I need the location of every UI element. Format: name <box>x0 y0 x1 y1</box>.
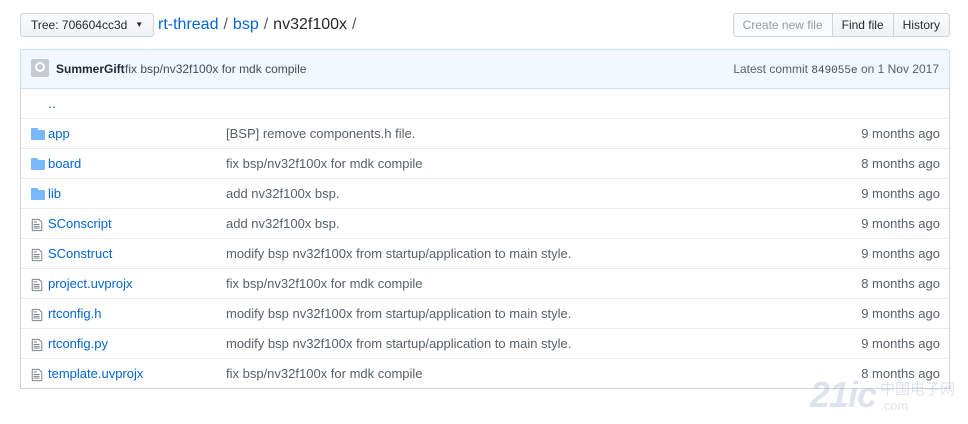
file-age: 8 months ago <box>861 276 940 291</box>
find-file-button[interactable]: Find file <box>831 13 894 37</box>
file-name-link[interactable]: SConscript <box>48 216 112 231</box>
latest-commit-label: Latest commit <box>733 62 809 76</box>
create-new-file-button[interactable]: Create new file <box>732 13 833 37</box>
file-name-link[interactable]: rtconfig.h <box>48 306 101 321</box>
watermark-url: .com <box>880 398 909 413</box>
file-commit-message-link[interactable]: modify bsp nv32f100x from startup/applic… <box>226 306 571 321</box>
caret-down-icon: ▼ <box>135 20 144 29</box>
commit-sha-link[interactable]: 849055e <box>811 65 857 77</box>
file-name-link[interactable]: board <box>48 156 81 171</box>
file-row: SConstruct modify bsp nv32f100x from star… <box>21 238 949 268</box>
breadcrumb-repo-link[interactable]: rt-thread <box>158 16 218 33</box>
file-commit-message-link[interactable]: add nv32f100x bsp. <box>226 216 339 231</box>
folder-icon <box>31 128 45 140</box>
file-icon <box>31 368 45 382</box>
file-age: 9 months ago <box>861 336 940 351</box>
latest-commit-info: Latest commit 849055e on 1 Nov 2017 <box>733 62 939 77</box>
commit-date: on 1 Nov 2017 <box>860 62 939 76</box>
file-name-link[interactable]: rtconfig.py <box>48 336 108 351</box>
commit-author-link[interactable]: SummerGift <box>56 62 125 76</box>
file-row: board fix bsp/nv32f100x for mdk compile 8 … <box>21 148 949 178</box>
file-age: 8 months ago <box>861 366 940 381</box>
file-age: 8 months ago <box>861 156 940 171</box>
breadcrumb-separator: / <box>263 16 269 33</box>
breadcrumb: rt-thread / bsp / nv32f100x / <box>158 13 361 37</box>
file-age: 9 months ago <box>861 306 940 321</box>
file-name-link[interactable]: SConstruct <box>48 246 112 261</box>
breadcrumb-separator: / <box>352 16 357 33</box>
file-commit-message-link[interactable]: fix bsp/nv32f100x for mdk compile <box>226 276 423 291</box>
file-icon <box>31 218 45 232</box>
up-directory-link[interactable]: .. <box>48 95 56 111</box>
file-commit-message-link[interactable]: modify bsp nv32f100x from startup/applic… <box>226 336 571 351</box>
file-row: template.uvprojx fix bsp/nv32f100x for md… <box>21 358 949 388</box>
file-row: rtconfig.h modify bsp nv32f100x from star… <box>21 298 949 328</box>
breadcrumb-bsp-link[interactable]: bsp <box>233 16 259 33</box>
file-icon <box>31 248 45 262</box>
latest-commit-bar: SummerGift fix bsp/nv32f100x for mdk com… <box>20 49 950 89</box>
file-name-link[interactable]: lib <box>48 186 61 201</box>
branch-label: Tree: 706604cc3d <box>31 18 128 32</box>
file-row: lib add nv32f100x bsp. 9 months ago <box>21 178 949 208</box>
file-age: 9 months ago <box>861 126 940 141</box>
file-row: app [BSP] remove components.h file. 9 mont… <box>21 118 949 148</box>
file-icon <box>31 338 45 352</box>
file-name-link[interactable]: app <box>48 126 70 141</box>
file-commit-message-link[interactable]: [BSP] remove components.h file. <box>226 126 415 141</box>
file-commit-message-link[interactable]: add nv32f100x bsp. <box>226 186 339 201</box>
file-row: project.uvprojx fix bsp/nv32f100x for mdk… <box>21 268 949 298</box>
file-commit-message-link[interactable]: fix bsp/nv32f100x for mdk compile <box>226 366 423 381</box>
file-row: rtconfig.py modify bsp nv32f100x from sta… <box>21 328 949 358</box>
branch-select-button[interactable]: Tree: 706604cc3d ▼ <box>20 13 155 37</box>
file-name-link[interactable]: template.uvprojx <box>48 366 143 381</box>
commit-message-link[interactable]: fix bsp/nv32f100x for mdk compile <box>125 62 306 76</box>
file-commit-message-link[interactable]: fix bsp/nv32f100x for mdk compile <box>226 156 423 171</box>
folder-icon <box>31 158 45 170</box>
breadcrumb-separator: / <box>223 16 228 33</box>
file-age: 9 months ago <box>861 246 940 261</box>
breadcrumb-current: nv32f100x <box>273 16 348 33</box>
file-age: 9 months ago <box>861 186 940 201</box>
file-actions: Create new file Find file History <box>732 13 950 37</box>
file-row: SConscript add nv32f100x bsp. 9 months ago <box>21 208 949 238</box>
avatar[interactable] <box>31 59 49 77</box>
up-directory-row[interactable]: .. <box>21 88 949 118</box>
history-button[interactable]: History <box>892 13 950 37</box>
file-commit-message-link[interactable]: modify bsp nv32f100x from startup/applic… <box>226 246 571 261</box>
file-name-link[interactable]: project.uvprojx <box>48 276 133 291</box>
file-list: .. app [BSP] remove components.h file. 9 m… <box>20 88 950 389</box>
file-age: 9 months ago <box>861 216 940 231</box>
file-icon <box>31 278 45 292</box>
file-navigation: Tree: 706604cc3d ▼ rt-thread / bsp / nv32f10… <box>20 13 950 39</box>
file-icon <box>31 308 45 322</box>
folder-icon <box>31 188 45 200</box>
